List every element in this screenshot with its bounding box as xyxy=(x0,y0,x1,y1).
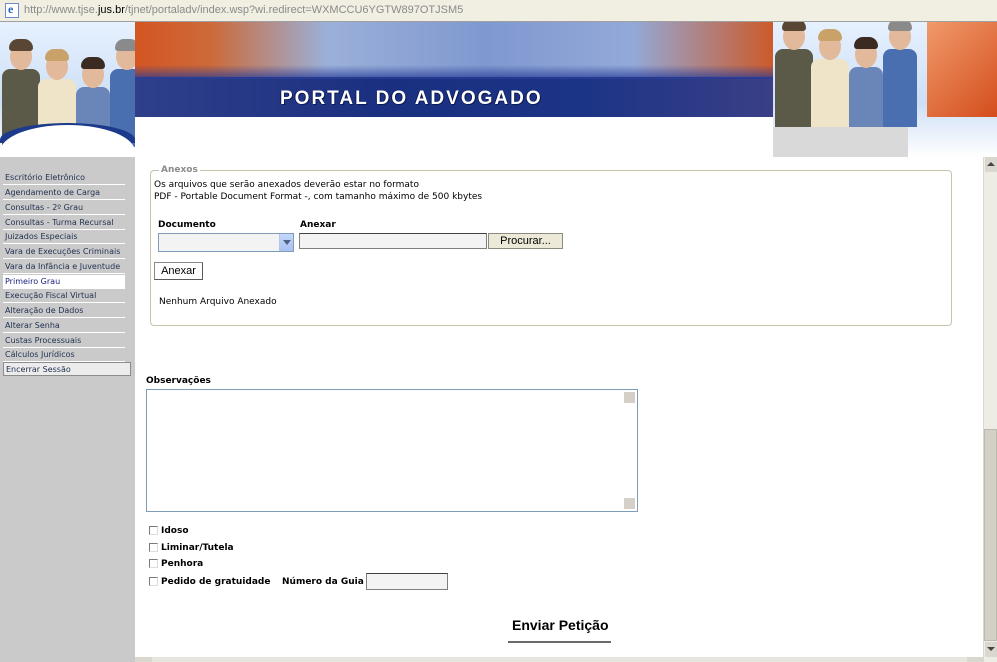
numero-guia-label: Número da Guia xyxy=(282,577,364,587)
idoso-label: Idoso xyxy=(161,526,189,536)
banner-people-left xyxy=(0,22,135,157)
idoso-checkbox[interactable] xyxy=(149,526,158,535)
gratuidade-checkbox[interactable] xyxy=(149,577,158,586)
anexos-legend: Anexos xyxy=(161,165,198,175)
sidebar-nav: Escritório Eletrônico Agendamento de Car… xyxy=(0,157,135,662)
sidebar-item-calculos[interactable]: Cálculos Jurídicos xyxy=(3,348,125,362)
enviar-peticao-button[interactable]: Enviar Petição xyxy=(512,617,609,633)
documento-select[interactable] xyxy=(158,233,294,252)
anexar-label: Anexar xyxy=(300,220,336,230)
url-text[interactable]: http://www.tjse.jus.br/tjnet/portaladv/i… xyxy=(24,4,463,16)
sidebar-item-infancia[interactable]: Vara da Infância e Juventude xyxy=(3,260,125,274)
scroll-thumb[interactable] xyxy=(984,429,997,641)
enviar-peticao-underline xyxy=(508,641,611,643)
banner-people-right xyxy=(773,22,997,157)
url-domain: jus.br xyxy=(97,4,125,16)
main-content: Anexos Os arquivos que serão anexados de… xyxy=(135,157,983,657)
chevron-down-icon[interactable] xyxy=(279,234,293,251)
documento-label: Documento xyxy=(158,220,216,230)
textarea-scroll-down[interactable] xyxy=(624,498,635,509)
person-figure xyxy=(849,37,883,127)
numero-guia-input[interactable] xyxy=(366,573,448,590)
sidebar-item-turma-recursal[interactable]: Consultas - Turma Recursal xyxy=(3,216,125,230)
anexos-info-line1: Os arquivos que serão anexados deverão e… xyxy=(154,180,419,190)
liminar-tutela-checkbox[interactable] xyxy=(149,543,158,552)
url-prefix: http://www.tjse. xyxy=(24,4,98,16)
horizontal-scrollbar[interactable] xyxy=(135,657,983,662)
attachment-status: Nenhum Arquivo Anexado xyxy=(159,297,277,307)
sidebar-item-escritorio[interactable]: Escritório Eletrônico xyxy=(3,171,125,185)
textarea-scroll-up[interactable] xyxy=(624,392,635,403)
person-figure xyxy=(811,29,849,127)
liminar-tutela-label: Liminar/Tutela xyxy=(161,543,234,553)
browse-button[interactable]: Procurar... xyxy=(488,233,563,249)
banner-center: PORTAL DO ADVOGADO xyxy=(135,22,773,117)
observacoes-textarea[interactable] xyxy=(146,389,638,512)
sidebar-item-juizados[interactable]: Juizados Especiais xyxy=(3,230,125,244)
sidebar-item-alteracao-dados[interactable]: Alteração de Dados xyxy=(3,304,125,318)
sidebar-item-encerrar-sessao[interactable]: Encerrar Sessão xyxy=(3,362,131,376)
sidebar-item-alterar-senha[interactable]: Alterar Senha xyxy=(3,319,125,333)
gratuidade-label: Pedido de gratuidade xyxy=(161,577,271,587)
person-figure xyxy=(775,22,813,127)
sidebar-item-custas[interactable]: Custas Processuais xyxy=(3,334,125,348)
address-bar[interactable]: http://www.tjse.jus.br/tjnet/portaladv/i… xyxy=(0,0,997,22)
portal-title: PORTAL DO ADVOGADO xyxy=(280,88,543,109)
sidebar-item-agendamento[interactable]: Agendamento de Carga xyxy=(3,186,125,200)
sidebar-item-execucoes-criminais[interactable]: Vara de Execuções Criminais xyxy=(3,245,125,259)
person-figure xyxy=(883,22,917,127)
vertical-scrollbar[interactable] xyxy=(983,157,997,662)
page-icon xyxy=(5,2,19,18)
anexar-file-input[interactable] xyxy=(299,233,487,249)
observacoes-label: Observações xyxy=(146,376,211,386)
url-suffix: /tjnet/portaladv/index.wsp?wi.redirect=W… xyxy=(124,4,464,16)
scroll-up-icon[interactable] xyxy=(985,157,997,172)
sidebar-item-consultas-2grau[interactable]: Consultas - 2º Grau xyxy=(3,201,125,215)
sidebar-item-execucao-fiscal[interactable]: Execução Fiscal Virtual xyxy=(3,289,125,303)
penhora-label: Penhora xyxy=(161,559,204,569)
sidebar-item-primeiro-grau[interactable]: Primeiro Grau xyxy=(3,275,125,289)
header-banner: PORTAL DO ADVOGADO xyxy=(0,22,997,157)
penhora-checkbox[interactable] xyxy=(149,559,158,568)
anexos-info-line2: PDF - Portable Document Format -, com ta… xyxy=(154,192,483,202)
scroll-down-icon[interactable] xyxy=(985,642,997,657)
anexar-button[interactable]: Anexar xyxy=(154,262,203,280)
